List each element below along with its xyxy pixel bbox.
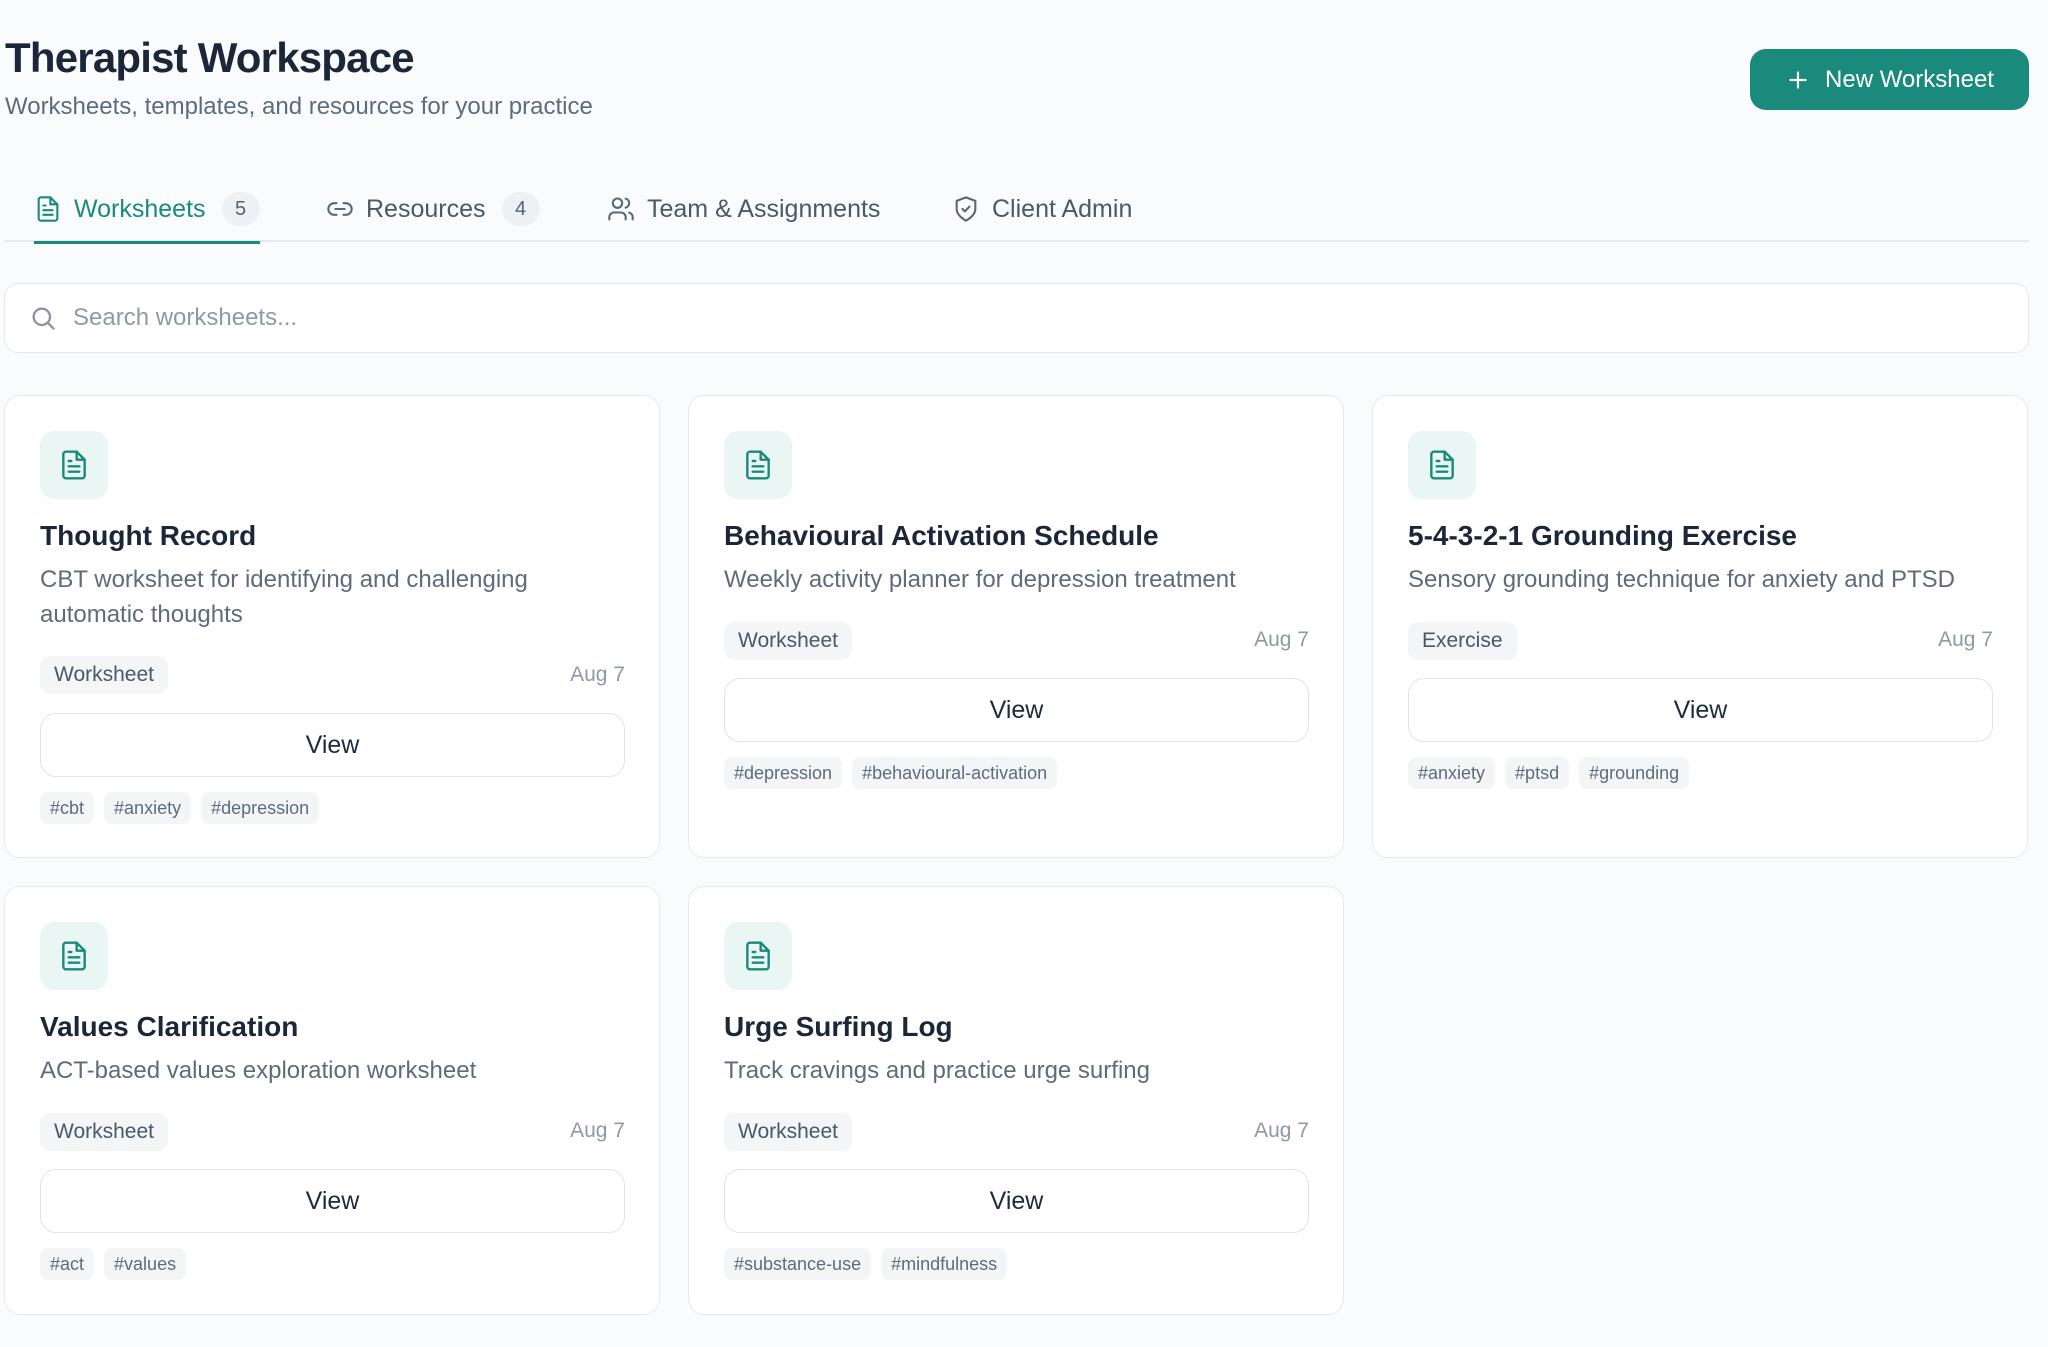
page-header: Therapist Workspace Worksheets, template… — [5, 32, 593, 124]
card-description: Weekly activity planner for depression t… — [724, 566, 1236, 593]
link-icon — [327, 202, 353, 216]
new-worksheet-button[interactable]: New Worksheet — [1750, 49, 2029, 110]
tag-chip[interactable]: #mindfulness — [881, 1248, 1008, 1280]
search-bar — [4, 283, 2029, 353]
new-worksheet-label: New Worksheet — [1825, 65, 1994, 93]
tag-chip[interactable]: #depression — [201, 792, 320, 824]
document-icon — [746, 450, 770, 480]
card-tags: #depression #behavioural-activation — [724, 757, 1058, 789]
tab-resources[interactable]: Resources 4 — [326, 176, 540, 242]
card-tags: #anxiety #ptsd #grounding — [1408, 757, 1690, 789]
tag-chip[interactable]: #anxiety — [1408, 757, 1496, 789]
worksheet-card: Thought Record CBT worksheet for identif… — [4, 395, 660, 858]
card-description: Sensory grounding technique for anxiety … — [1408, 566, 1955, 593]
card-date: Aug 7 — [570, 663, 625, 686]
tab-label: Client Admin — [992, 194, 1133, 223]
view-button[interactable]: View — [1408, 678, 1993, 742]
view-button[interactable]: View — [40, 713, 625, 777]
tab-bar: Worksheets 5 Resources 4 Team & Assignme… — [4, 176, 2029, 244]
card-description: Track cravings and practice urge surfing — [724, 1057, 1150, 1084]
tab-count-badge: 4 — [501, 192, 540, 226]
card-icon-container — [724, 431, 792, 499]
document-icon — [37, 196, 59, 222]
card-date: Aug 7 — [1254, 1119, 1309, 1142]
worksheet-card: 5-4-3-2-1 Grounding Exercise Sensory gro… — [1372, 395, 2028, 858]
tab-label: Worksheets — [74, 194, 206, 223]
search-icon — [32, 307, 55, 330]
tab-worksheets[interactable]: Worksheets 5 — [34, 176, 260, 244]
card-date: Aug 7 — [570, 1119, 625, 1142]
card-title: 5-4-3-2-1 Grounding Exercise — [1408, 520, 1798, 551]
card-title: Urge Surfing Log — [724, 1011, 953, 1042]
card-type-badge: Worksheet — [724, 622, 852, 660]
tag-chip[interactable]: #ptsd — [1505, 757, 1570, 789]
worksheet-card: Values Clarification ACT-based values ex… — [4, 886, 660, 1315]
tag-chip[interactable]: #behavioural-activation — [852, 757, 1058, 789]
card-icon-container — [40, 922, 108, 990]
search-input[interactable] — [73, 284, 2008, 352]
view-button[interactable]: View — [724, 678, 1309, 742]
tab-client-admin[interactable]: Client Admin — [952, 176, 1132, 242]
tag-chip[interactable]: #substance-use — [724, 1248, 872, 1280]
card-type-badge: Worksheet — [40, 656, 168, 694]
card-icon-container — [724, 922, 792, 990]
tab-label: Resources — [366, 194, 486, 223]
tab-count-badge: 5 — [221, 192, 260, 226]
tag-chip[interactable]: #values — [104, 1248, 187, 1280]
users-icon — [608, 197, 634, 221]
view-button[interactable]: View — [724, 1169, 1309, 1233]
card-type-badge: Worksheet — [40, 1113, 168, 1151]
tag-chip[interactable]: #grounding — [1579, 757, 1690, 789]
shield-check-icon — [955, 196, 977, 222]
document-icon — [746, 941, 770, 971]
card-tags: #act #values — [40, 1248, 187, 1280]
card-title: Thought Record — [40, 520, 257, 551]
plus-icon — [1789, 70, 1807, 89]
document-icon — [62, 941, 86, 971]
tag-chip[interactable]: #cbt — [40, 792, 95, 824]
card-icon-container — [1408, 431, 1476, 499]
tab-team-assignments[interactable]: Team & Assignments — [607, 176, 880, 242]
view-button[interactable]: View — [40, 1169, 625, 1233]
document-icon — [1430, 450, 1454, 480]
card-title: Values Clarification — [40, 1011, 299, 1042]
card-date: Aug 7 — [1938, 628, 1993, 651]
card-title: Behavioural Activation Schedule — [724, 520, 1159, 551]
card-description: ACT-based values exploration worksheet — [40, 1057, 477, 1084]
tag-chip[interactable]: #depression — [724, 757, 843, 789]
card-type-badge: Worksheet — [724, 1113, 852, 1151]
card-date: Aug 7 — [1254, 628, 1309, 651]
therapist-workspace-page: Therapist Workspace Worksheets, template… — [0, 0, 2048, 1347]
page-subtitle: Worksheets, templates, and resources for… — [5, 93, 593, 120]
tag-chip[interactable]: #anxiety — [104, 792, 192, 824]
tag-chip[interactable]: #act — [40, 1248, 95, 1280]
worksheet-card: Urge Surfing Log Track cravings and prac… — [688, 886, 1344, 1315]
card-description: CBT worksheet for identifying and challe… — [40, 566, 528, 628]
tab-label: Team & Assignments — [647, 194, 881, 223]
card-icon-container — [40, 431, 108, 499]
card-tags: #substance-use #mindfulness — [724, 1248, 1008, 1280]
page-title: Therapist Workspace — [5, 34, 415, 81]
card-type-badge: Exercise — [1408, 622, 1517, 660]
card-tags: #cbt #anxiety #depression — [40, 792, 320, 824]
worksheet-card: Behavioural Activation Schedule Weekly a… — [688, 395, 1344, 858]
document-icon — [62, 450, 86, 480]
